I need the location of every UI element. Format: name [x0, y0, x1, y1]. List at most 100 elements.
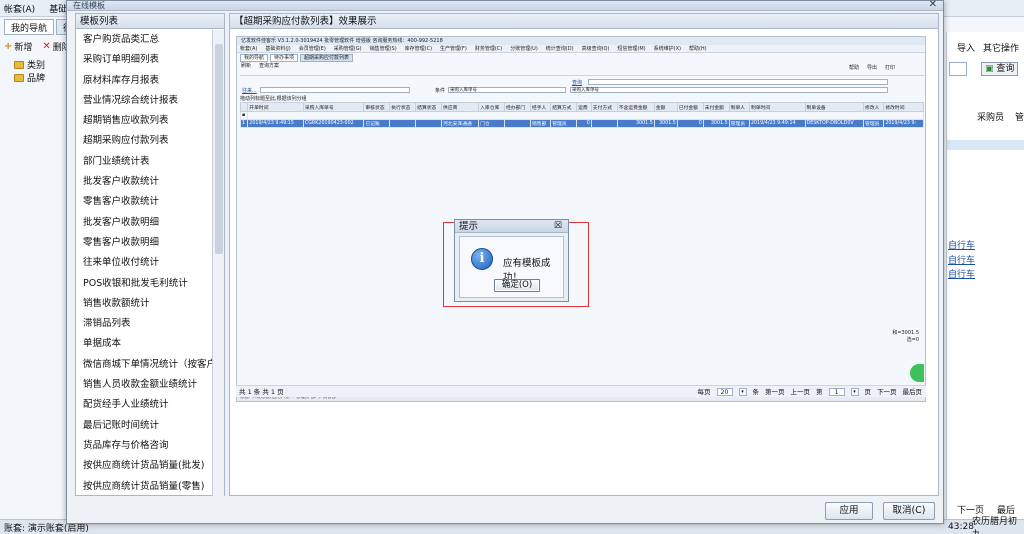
template-item[interactable]: 零售客户收款统计 [76, 192, 212, 212]
column-header: 执行状态 [389, 102, 417, 112]
preview-menu-item: 基础资料(J) [265, 46, 291, 52]
template-item[interactable]: 单据成本 [76, 334, 212, 354]
prompt-dialog: 提示 ☒ i 应有模板成功！ 确定(O) [454, 219, 569, 302]
bg-status-lunar: 农历腊月初九 [972, 517, 1018, 534]
preview-supplier-box [260, 87, 410, 93]
column-header: 金额 [653, 102, 678, 112]
template-item[interactable]: 滞销品列表 [76, 314, 212, 334]
preview-totals: 和=3001.5 选=0 [892, 330, 919, 344]
apply-button[interactable]: 应用 [825, 502, 873, 520]
template-item[interactable]: 采购订单明细列表 [76, 50, 212, 70]
cell: 销售部 [529, 119, 552, 128]
template-item[interactable]: 货品库存与价格咨询 [76, 436, 212, 456]
preview-query-box [588, 79, 888, 85]
template-item[interactable]: 客户购货品类汇总 [76, 30, 212, 50]
preview-tabs: 我的导航 待办事项 超期采购应付款列表 [237, 54, 925, 62]
bg-status-time: 43:28 [948, 522, 974, 532]
pager-last: 最后页 [902, 388, 923, 396]
template-item[interactable]: 超期采购应付款列表 [76, 131, 212, 151]
modal-close-icon[interactable]: ✕ [929, 0, 937, 10]
column-header: 未付金额 [702, 102, 730, 112]
preview-tab-nav: 我的导航 [240, 54, 269, 62]
chevron-down-icon: ▾ [850, 388, 859, 396]
column-header: 结算状态 [415, 102, 443, 112]
template-item[interactable]: POS收银和批发毛利统计 [76, 274, 212, 294]
preview-print: 打印 [884, 65, 895, 71]
bg-category-tree: 类别 品牌 [6, 58, 66, 84]
bg-link-bike[interactable]: 自行车 [948, 267, 975, 280]
template-item[interactable]: 部门业绩统计表 [76, 152, 212, 172]
pager-per-page-label: 每页 [697, 388, 711, 396]
column-header: 经办部门 [504, 102, 531, 112]
preview-query-plan: 查询方案 [259, 63, 280, 69]
modal-title: 在线模板 [67, 1, 943, 11]
query-icon: ▣ [985, 64, 994, 74]
bg-query-button[interactable]: ▣ 查询 [981, 62, 1019, 76]
tree-node-category[interactable]: 类别 [6, 58, 66, 71]
preview-title: 【超期采购应付款列表】效果展示 [230, 14, 938, 29]
preview-menu-item: 销售管理(S) [369, 46, 397, 52]
scrollbar-thumb[interactable] [215, 44, 223, 254]
tree-node-label: 类别 [27, 61, 46, 71]
cell: 3001.5 [653, 119, 678, 128]
ok-button[interactable]: 确定(O) [494, 279, 540, 292]
preview-menu-item: 会员管理(E) [298, 46, 326, 52]
pager-summary: 共 1 条 共 1 页 [239, 388, 284, 396]
preview-menu-item: 统计查询(D) [545, 46, 574, 52]
bg-add-button[interactable]: + 新增 [4, 40, 32, 53]
pager-per-page-input: 20 [716, 388, 733, 396]
bg-tab-nav[interactable]: 我的导航 [4, 19, 55, 35]
template-item[interactable]: 销售收款额统计 [76, 294, 212, 314]
template-list-scrollbar[interactable] [212, 30, 224, 496]
bg-link-bike[interactable]: 自行车 [948, 238, 975, 251]
template-item[interactable]: 批发客户收款统计 [76, 172, 212, 192]
column-header: 结算方式 [550, 102, 578, 112]
dialog-title: 提示 [455, 220, 568, 233]
preview-help: 帮助 [848, 65, 859, 71]
bg-other-ops-button[interactable]: 其它操作 [983, 41, 1019, 54]
preview-condition-box: 采购入库单号 [448, 87, 566, 93]
bg-link-bike[interactable]: 自行车 [948, 253, 975, 266]
preview-menu-item: 库存管理(C) [404, 46, 433, 52]
template-item[interactable]: 微信商城下单情况统计（按客户） [76, 355, 212, 375]
floating-widget[interactable] [910, 364, 924, 382]
delete-icon: ✕ [42, 40, 51, 52]
cancel-button[interactable]: 取消(C) [883, 502, 935, 520]
template-item[interactable]: 营业情况综合统计报表 [76, 91, 212, 111]
preview-pager: 共 1 条 共 1 页 每页 20 ▾ 条 第一页 上一页 第 1 ▾ 页 下一… [236, 385, 926, 397]
preview-toolbar-right: 帮助 导出 打印 [849, 64, 895, 71]
cell: DESKTOP-DBOLD0V [804, 119, 865, 128]
bg-col-manage: 管 [1015, 113, 1024, 123]
column-header: 制单人 [728, 102, 750, 112]
template-item[interactable]: 超期销售应收款列表 [76, 111, 212, 131]
preview-menu-item: 系统维护(X) [653, 46, 681, 52]
bg-selected-row[interactable] [947, 140, 1024, 150]
bg-select[interactable] [949, 62, 967, 76]
template-item[interactable]: 往来单位收付统计 [76, 253, 212, 273]
bg-right-area: 导入 其它操作 ▣ 查询 采购员 管 自行车 自行车 自行车 下一页 最后 [946, 32, 1024, 532]
preview-supplier-label: 往来... [242, 88, 257, 94]
dialog-body: i 应有模板成功！ 确定(O) [459, 236, 564, 298]
info-icon: i [471, 248, 493, 270]
template-item[interactable]: 按供应商统计货品销量(零售) [76, 477, 212, 496]
template-item[interactable]: 最后记账时间统计 [76, 416, 212, 436]
column-header: 不含运费金额 [616, 102, 655, 112]
tree-node-brand[interactable]: 品牌 [6, 71, 66, 84]
bg-menu-account[interactable]: 帐套(A) [4, 2, 35, 15]
template-item[interactable]: 批发客户收款明细 [76, 213, 212, 233]
template-item[interactable]: 配货经手人业绩统计 [76, 395, 212, 415]
column-header: 制单设备 [804, 102, 865, 112]
preview-table: 开单时间 采购入库单号 审核状态 执行状态 结算状态 供应商 入库仓库 经办部门 经手人 结算方式… [239, 102, 924, 128]
template-item[interactable]: 按供应商统计货品销量(批发) [76, 456, 212, 476]
tree-node-label: 品牌 [27, 74, 46, 84]
bg-import-button[interactable]: 导入 [957, 41, 975, 54]
column-header: 采购入库单号 [302, 102, 365, 112]
cell: CGRK20190423-002 [302, 119, 365, 128]
column-header: 修改人 [863, 102, 885, 112]
template-list-panel: 模板列表 客户购货品类汇总 采购订单明细列表 原材料库存月报表 营业情况综合统计报表超… [75, 13, 225, 496]
template-item[interactable]: 零售客户收款明细 [76, 233, 212, 253]
template-item[interactable]: 原材料库存月报表 [76, 71, 212, 91]
dialog-close-icon[interactable]: ☒ [554, 220, 562, 233]
preview-table-header: 开单时间 采购入库单号 审核状态 执行状态 结算状态 供应商 入库仓库 经办部门 经手人 结算方式… [239, 102, 924, 112]
template-item[interactable]: 销售人员收款金额业绩统计 [76, 375, 212, 395]
